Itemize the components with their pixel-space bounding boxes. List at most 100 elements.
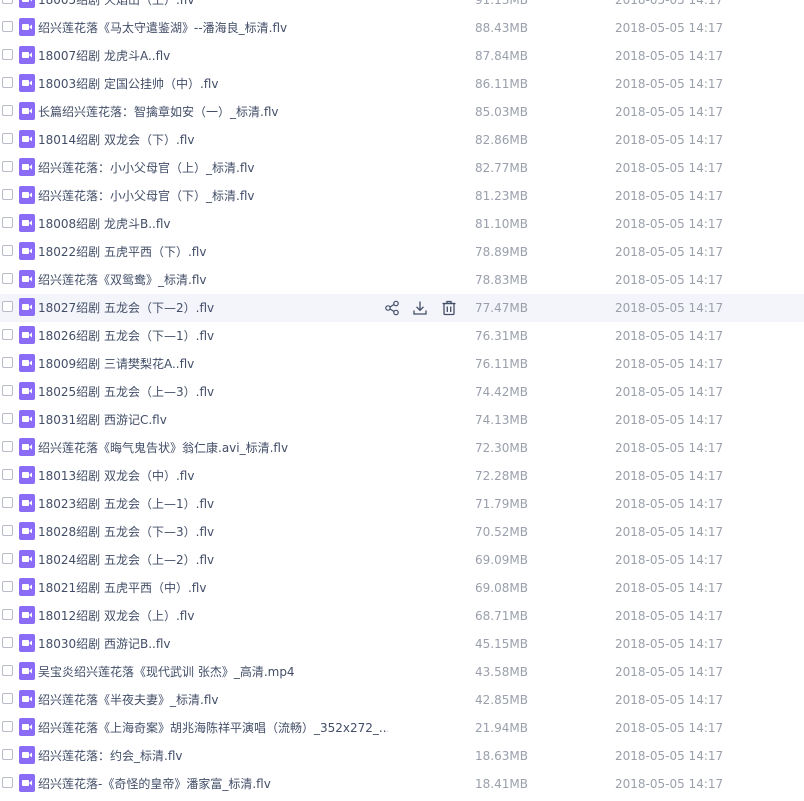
file-row[interactable]: 18025绍剧 五龙会（上—3）.flv 74.42MB 2018-05-05 … — [0, 378, 804, 406]
row-checkbox[interactable] — [2, 301, 13, 312]
file-name[interactable]: 18007绍剧 龙虎斗A..flv — [38, 42, 170, 70]
file-modified-date: 2018-05-05 14:17 — [615, 105, 724, 119]
file-row[interactable]: 绍兴莲花落《马太守遣鉴湖》--潘海良_标清.flv 88.43MB 2018-0… — [0, 14, 804, 42]
file-modified-date: 2018-05-05 14:17 — [615, 693, 724, 707]
video-file-icon — [19, 382, 35, 400]
file-row[interactable]: 绍兴莲花落：约会_标清.flv 18.63MB 2018-05-05 14:17 — [0, 742, 804, 770]
file-row[interactable]: 吴宝炎绍兴莲花落《现代武训 张杰》_高清.mp4 43.58MB 2018-05… — [0, 658, 804, 686]
file-name[interactable]: 18025绍剧 五龙会（上—3）.flv — [38, 378, 214, 406]
file-name[interactable]: 18008绍剧 龙虎斗B..flv — [38, 210, 171, 238]
file-name[interactable]: 18022绍剧 五虎平西（下）.flv — [38, 238, 206, 266]
file-row[interactable]: 绍兴莲花落：小小父母官（下）_标清.flv 81.23MB 2018-05-05… — [0, 182, 804, 210]
file-row[interactable]: 18022绍剧 五虎平西（下）.flv 78.89MB 2018-05-05 1… — [0, 238, 804, 266]
file-name[interactable]: 绍兴莲花落：约会_标清.flv — [38, 742, 182, 770]
row-checkbox[interactable] — [2, 357, 13, 368]
file-name[interactable]: 绍兴莲花落《马太守遣鉴湖》--潘海良_标清.flv — [38, 14, 287, 42]
file-row[interactable]: 18028绍剧 五龙会（下—3）.flv 70.52MB 2018-05-05 … — [0, 518, 804, 546]
file-name[interactable]: 18013绍剧 双龙会（中）.flv — [38, 462, 194, 490]
row-checkbox[interactable] — [2, 0, 13, 4]
file-row[interactable]: 绍兴莲花落《上海奇案》胡兆海陈祥平演唱（流畅）_352x272_... 21.9… — [0, 714, 804, 742]
video-file-icon — [19, 214, 35, 232]
file-row[interactable]: 绍兴莲花落-《奇怪的皇帝》潘家富_标清.flv 18.41MB 2018-05-… — [0, 770, 804, 798]
file-name[interactable]: 绍兴莲花落-《奇怪的皇帝》潘家富_标清.flv — [38, 770, 271, 798]
file-row[interactable]: 18012绍剧 双龙会（上）.flv 68.71MB 2018-05-05 14… — [0, 602, 804, 630]
file-row[interactable]: 绍兴莲花落：小小父母官（上）_标清.flv 82.77MB 2018-05-05… — [0, 154, 804, 182]
file-row[interactable]: 18024绍剧 五龙会（上—2）.flv 69.09MB 2018-05-05 … — [0, 546, 804, 574]
row-checkbox[interactable] — [2, 217, 13, 228]
row-checkbox[interactable] — [2, 385, 13, 396]
row-checkbox[interactable] — [2, 21, 13, 32]
row-checkbox[interactable] — [2, 189, 13, 200]
row-checkbox[interactable] — [2, 245, 13, 256]
row-checkbox[interactable] — [2, 497, 13, 508]
download-icon[interactable] — [412, 300, 428, 316]
video-file-icon — [19, 410, 35, 428]
row-checkbox[interactable] — [2, 49, 13, 60]
file-row[interactable]: 18003绍剧 定国公挂帅（中）.flv 86.11MB 2018-05-05 … — [0, 70, 804, 98]
row-checkbox[interactable] — [2, 105, 13, 116]
file-row[interactable]: 18009绍剧 三请樊梨花A..flv 76.11MB 2018-05-05 1… — [0, 350, 804, 378]
file-row[interactable]: 18026绍剧 五龙会（下—1）.flv 76.31MB 2018-05-05 … — [0, 322, 804, 350]
row-checkbox[interactable] — [2, 525, 13, 536]
file-row[interactable]: 绍兴莲花落《半夜夫妻》_标清.flv 42.85MB 2018-05-05 14… — [0, 686, 804, 714]
row-checkbox[interactable] — [2, 161, 13, 172]
file-row[interactable]: 18023绍剧 五龙会（上—1）.flv 71.79MB 2018-05-05 … — [0, 490, 804, 518]
row-checkbox[interactable] — [2, 609, 13, 620]
file-name[interactable]: 绍兴莲花落《半夜夫妻》_标清.flv — [38, 686, 218, 714]
file-row[interactable]: 长篇绍兴莲花落：智擒章如安（一）_标清.flv 85.03MB 2018-05-… — [0, 98, 804, 126]
file-name[interactable]: 绍兴莲花落《上海奇案》胡兆海陈祥平演唱（流畅）_352x272_... — [38, 714, 388, 742]
file-row[interactable]: 18030绍剧 西游记B..flv 45.15MB 2018-05-05 14:… — [0, 630, 804, 658]
file-row[interactable]: 18021绍剧 五虎平西（中）.flv 69.08MB 2018-05-05 1… — [0, 574, 804, 602]
row-checkbox[interactable] — [2, 693, 13, 704]
file-name[interactable]: 18003绍剧 定国公挂帅（中）.flv — [38, 70, 218, 98]
row-checkbox[interactable] — [2, 721, 13, 732]
file-name[interactable]: 18031绍剧 西游记C.flv — [38, 406, 167, 434]
trash-icon[interactable] — [441, 300, 457, 316]
file-row[interactable]: 18027绍剧 五龙会（下—2）.flv 77.47MB 2018-05-05 … — [0, 294, 804, 322]
row-checkbox[interactable] — [2, 637, 13, 648]
file-name[interactable]: 绍兴莲花落：小小父母官（上）_标清.flv — [38, 154, 254, 182]
row-checkbox[interactable] — [2, 441, 13, 452]
file-size: 86.11MB — [475, 77, 528, 91]
file-modified-date: 2018-05-05 14:17 — [615, 273, 724, 287]
file-name[interactable]: 绍兴莲花落《双鸳鸯》_标清.flv — [38, 266, 206, 294]
file-row[interactable]: 18008绍剧 龙虎斗B..flv 81.10MB 2018-05-05 14:… — [0, 210, 804, 238]
file-name[interactable]: 18009绍剧 三请樊梨花A..flv — [38, 350, 194, 378]
file-row[interactable]: 18005绍剧 火焰山（上）.flv 91.13MB 2018-05-05 14… — [0, 0, 804, 14]
file-row[interactable]: 18031绍剧 西游记C.flv 74.13MB 2018-05-05 14:1… — [0, 406, 804, 434]
file-size: 76.11MB — [475, 357, 528, 371]
row-checkbox[interactable] — [2, 329, 13, 340]
row-checkbox[interactable] — [2, 749, 13, 760]
row-checkbox[interactable] — [2, 581, 13, 592]
file-name[interactable]: 吴宝炎绍兴莲花落《现代武训 张杰》_高清.mp4 — [38, 658, 295, 686]
file-row[interactable]: 18013绍剧 双龙会（中）.flv 72.28MB 2018-05-05 14… — [0, 462, 804, 490]
file-name[interactable]: 18026绍剧 五龙会（下—1）.flv — [38, 322, 214, 350]
row-checkbox[interactable] — [2, 413, 13, 424]
file-name[interactable]: 长篇绍兴莲花落：智擒章如安（一）_标清.flv — [38, 98, 278, 126]
file-name[interactable]: 18024绍剧 五龙会（上—2）.flv — [38, 546, 214, 574]
file-name[interactable]: 18021绍剧 五虎平西（中）.flv — [38, 574, 206, 602]
file-size: 70.52MB — [475, 525, 528, 539]
row-checkbox[interactable] — [2, 77, 13, 88]
file-size: 45.15MB — [475, 637, 528, 651]
file-row[interactable]: 18007绍剧 龙虎斗A..flv 87.84MB 2018-05-05 14:… — [0, 42, 804, 70]
share-icon[interactable] — [384, 300, 400, 316]
file-name[interactable]: 18027绍剧 五龙会（下—2）.flv — [38, 294, 214, 322]
file-name[interactable]: 18028绍剧 五龙会（下—3）.flv — [38, 518, 214, 546]
file-name[interactable]: 18023绍剧 五龙会（上—1）.flv — [38, 490, 214, 518]
file-name[interactable]: 18014绍剧 双龙会（下）.flv — [38, 126, 194, 154]
row-checkbox[interactable] — [2, 469, 13, 480]
file-name[interactable]: 18012绍剧 双龙会（上）.flv — [38, 602, 194, 630]
row-checkbox[interactable] — [2, 133, 13, 144]
file-row[interactable]: 18014绍剧 双龙会（下）.flv 82.86MB 2018-05-05 14… — [0, 126, 804, 154]
row-checkbox[interactable] — [2, 553, 13, 564]
row-checkbox[interactable] — [2, 273, 13, 284]
row-checkbox[interactable] — [2, 777, 13, 788]
file-row[interactable]: 绍兴莲花落《晦气鬼告状》翁仁康.avi_标清.flv 72.30MB 2018-… — [0, 434, 804, 462]
file-name[interactable]: 18005绍剧 火焰山（上）.flv — [38, 0, 194, 14]
file-row[interactable]: 绍兴莲花落《双鸳鸯》_标清.flv 78.83MB 2018-05-05 14:… — [0, 266, 804, 294]
file-name[interactable]: 18030绍剧 西游记B..flv — [38, 630, 171, 658]
file-name[interactable]: 绍兴莲花落《晦气鬼告状》翁仁康.avi_标清.flv — [38, 434, 288, 462]
file-name[interactable]: 绍兴莲花落：小小父母官（下）_标清.flv — [38, 182, 254, 210]
row-checkbox[interactable] — [2, 665, 13, 676]
